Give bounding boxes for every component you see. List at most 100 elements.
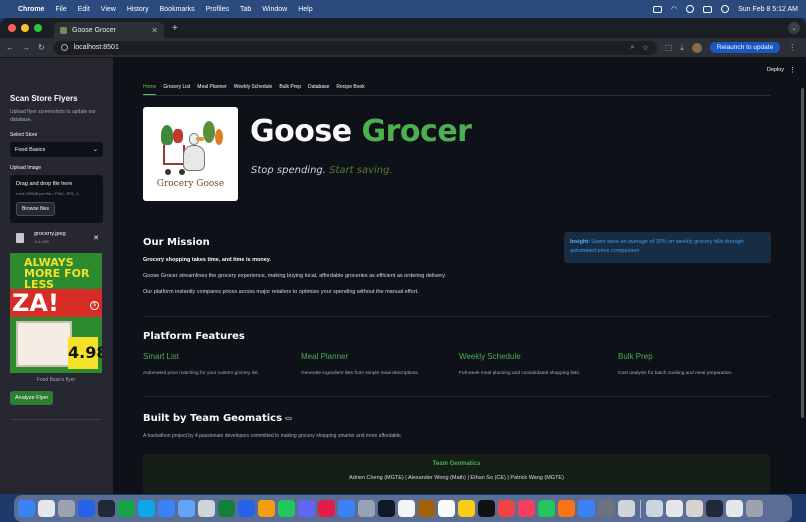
site-info-icon[interactable] [60,44,68,51]
menu-view[interactable]: View [101,6,116,13]
vscode-icon[interactable] [138,500,155,517]
menu-window[interactable]: Window [262,6,287,13]
window-preview-icon[interactable] [726,500,743,517]
notes-box-icon[interactable] [418,500,435,517]
preview-icon[interactable] [178,500,195,517]
download-icon[interactable]: ⤓ [680,43,684,53]
music-icon[interactable] [498,500,515,517]
browse-files-button[interactable]: Browse files [16,202,55,216]
app-menu-icon[interactable]: ⋮ [789,66,796,74]
scrollbar[interactable] [801,88,804,418]
menu-history[interactable]: History [127,6,149,13]
menu-edit[interactable]: Edit [78,6,90,13]
launchpad-icon[interactable] [58,500,75,517]
recent-doc-icon[interactable] [666,500,683,517]
tab-home[interactable]: Home [143,84,157,95]
app-store-grid-icon[interactable] [78,500,95,517]
menu-tab[interactable]: Tab [240,6,251,13]
calendar-icon[interactable] [398,500,415,517]
zoom-app-icon[interactable] [358,500,375,517]
apple-tv-icon[interactable] [478,500,495,517]
insight-text: Users save an average of 30% on weekly g… [570,239,744,254]
zoom-icon[interactable]: ⌕ [631,44,635,52]
tab-weekly-schedule[interactable]: Weekly Schedule [234,84,273,95]
reminders-icon[interactable] [438,500,455,517]
chrome-icon[interactable] [258,500,275,517]
store-select[interactable]: Food Basics ⌄ [10,142,103,157]
menu-chrome[interactable]: Chrome [18,6,44,13]
safari-icon[interactable] [238,500,255,517]
messages-icon[interactable] [278,500,295,517]
discord-icon[interactable] [298,500,315,517]
close-window-button[interactable] [8,24,16,32]
shield-icon[interactable] [98,500,115,517]
control-center-icon[interactable] [703,5,713,13]
menubar-datetime[interactable]: Sun Feb 8 5:12 AM [738,6,798,13]
team-card: Team Geomatics Adrien Cheng (MGTE) | Ale… [143,454,770,494]
tab-recipe-book[interactable]: Recipe Book [336,84,364,95]
tab-search-icon[interactable]: ⌄ [788,22,800,34]
deploy-button[interactable]: Deploy [767,67,784,73]
forward-icon[interactable]: → [22,43,30,52]
app-store-icon[interactable] [578,500,595,517]
reload-icon[interactable]: ↻ [38,43,45,52]
system-settings-icon[interactable] [598,500,615,517]
browser-toolbar: ← → ↻ localhost:8501 ⌕ ☆ ⬚ ⤓ Relaunch to… [0,38,806,58]
mail-icon[interactable] [338,500,355,517]
numbers-icon[interactable] [538,500,555,517]
finder-doc-icon[interactable] [198,500,215,517]
iphone-mirroring-icon[interactable] [618,500,635,517]
minimize-window-button[interactable] [21,24,29,32]
tab-bulk-prep[interactable]: Bulk Prep [279,84,301,95]
pages-icon[interactable] [558,500,575,517]
terminal-icon[interactable] [378,500,395,517]
slack-icon[interactable] [318,500,335,517]
finder-icon[interactable] [18,500,35,517]
address-bar[interactable]: localhost:8501 ⌕ ☆ [52,40,657,55]
remove-file-icon[interactable]: ✕ [93,234,99,242]
browser-tab[interactable]: Goose Grocer ✕ [54,22,164,38]
insight-callout: Insight: Users save an average of 30% on… [564,232,771,263]
maximize-window-button[interactable] [34,24,42,32]
profile-avatar[interactable] [691,42,702,53]
file-dropzone[interactable]: Drag and drop file here Limit 200MB per … [10,175,103,223]
news-icon[interactable] [518,500,535,517]
bookmark-star-icon[interactable]: ☆ [642,44,648,52]
downloads-icon[interactable] [686,500,703,517]
excel-icon[interactable] [218,500,235,517]
tab-grocery-list[interactable]: Grocery List [163,84,190,95]
notes-icon[interactable] [458,500,475,517]
extensions-icon[interactable]: ⬚ [665,43,673,52]
feature-meal-planner-title: Meal Planner [301,352,349,361]
menu-profiles[interactable]: Profiles [206,6,229,13]
folder-icon[interactable] [646,500,663,517]
close-tab-icon[interactable]: ✕ [151,26,158,35]
logo-wheel [165,169,171,175]
browser-menu-icon[interactable]: ⋮ [788,43,796,52]
spotlight-icon[interactable] [686,5,695,13]
tagline-stop: Stop spending. [251,165,326,176]
tab-database[interactable]: Database [308,84,329,95]
menu-file[interactable]: File [55,6,66,13]
relaunch-button[interactable]: Relaunch to update [709,42,781,53]
url-text: localhost:8501 [73,44,119,51]
back-icon[interactable]: ← [6,43,14,52]
screenshot-stack-icon[interactable] [706,500,723,517]
trash-icon[interactable] [746,500,763,517]
pycharm-icon[interactable] [118,500,135,517]
sidebar-subtitle: Upload flyer screenshots to update our d… [10,109,96,123]
xcode-icon[interactable] [158,500,175,517]
clock-icon[interactable] [38,500,55,517]
tab-meal-planner[interactable]: Meal Planner [197,84,226,95]
siri-icon[interactable] [721,5,730,13]
wifi-icon[interactable]: ◠ [671,5,677,13]
mission-heading: Our Mission [143,237,210,248]
analyze-flyer-button[interactable]: Analyze Flyer [10,391,54,405]
sidebar: Scan Store Flyers Upload flyer screensho… [0,58,113,494]
anchor-link-icon[interactable] [285,416,293,420]
battery-icon[interactable] [652,5,662,13]
menu-bookmarks[interactable]: Bookmarks [160,6,195,13]
new-tab-icon[interactable]: + [172,23,178,34]
title-goose: Goose [250,114,352,149]
menu-help[interactable]: Help [298,6,312,13]
